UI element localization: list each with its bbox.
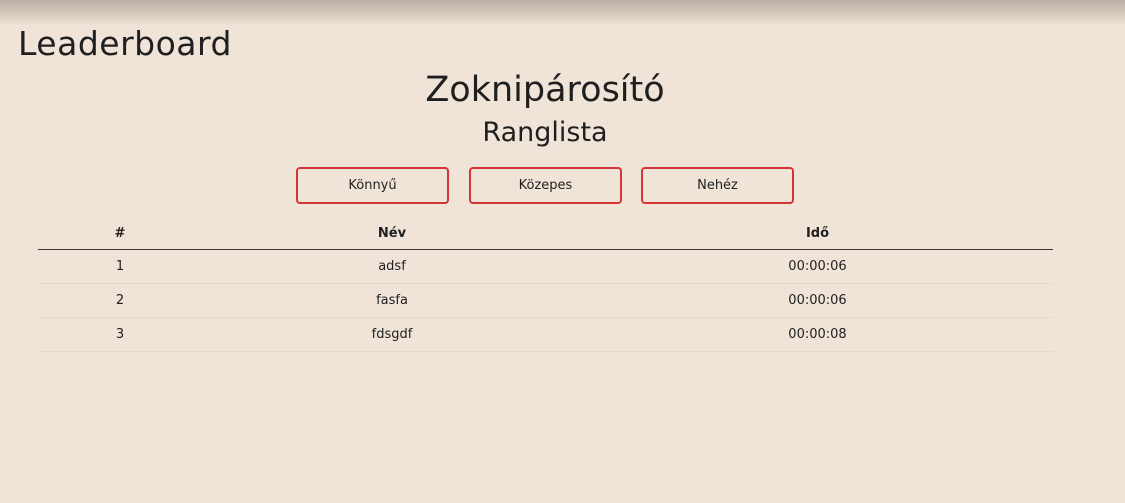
cell-time: 00:00:06: [582, 283, 1053, 318]
difficulty-medium-button[interactable]: Közepes: [469, 167, 622, 204]
cell-name: adsf: [202, 249, 582, 284]
leaderboard-table-container: # Név Idő 1 adsf 00:00:06 2 fasfa 00:00:…: [38, 218, 1053, 352]
table-header-row: # Név Idő: [38, 218, 1053, 250]
difficulty-hard-button[interactable]: Nehéz: [641, 167, 794, 204]
cell-rank: 1: [38, 249, 202, 284]
page-subtitle: Ranglista: [482, 117, 608, 148]
column-header-name: Név: [202, 218, 582, 250]
app-title: Leaderboard: [18, 24, 232, 63]
cell-name: fasfa: [202, 283, 582, 318]
table-row: 1 adsf 00:00:06: [38, 249, 1053, 284]
cell-name: fdsgdf: [202, 317, 582, 352]
column-header-rank: #: [38, 218, 202, 250]
cell-time: 00:00:08: [582, 317, 1053, 352]
table-row: 2 fasfa 00:00:06: [38, 283, 1053, 318]
cell-time: 00:00:06: [582, 249, 1053, 284]
page-title: Zoknipárosító: [425, 70, 665, 110]
cell-rank: 2: [38, 283, 202, 318]
column-header-time: Idő: [582, 218, 1053, 250]
difficulty-easy-button[interactable]: Könnyű: [296, 167, 449, 204]
leaderboard-table: # Név Idő 1 adsf 00:00:06 2 fasfa 00:00:…: [38, 218, 1053, 352]
table-row: 3 fdsgdf 00:00:08: [38, 317, 1053, 352]
difficulty-selector: Könnyű Közepes Nehéz: [296, 167, 796, 204]
cell-rank: 3: [38, 317, 202, 352]
